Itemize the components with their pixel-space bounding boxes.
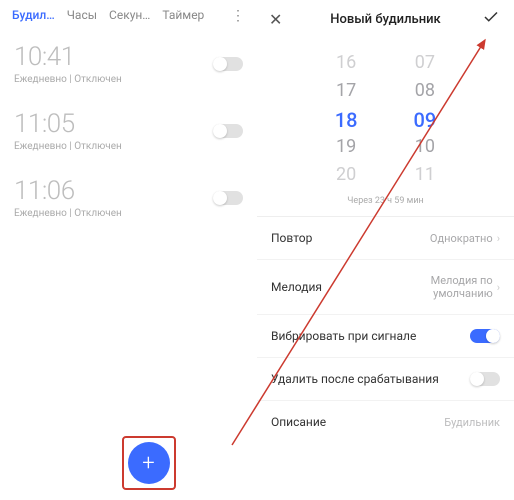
vibrate-toggle[interactable] [470, 329, 500, 343]
tab-stopwatch[interactable]: Секун… [109, 8, 150, 24]
row-value: Будильник [444, 416, 500, 429]
alarm-time: 11:06 [14, 176, 122, 206]
row-value: Однократно [430, 232, 493, 245]
time-until: Через 23 ч 59 мин [257, 190, 514, 216]
row-melody[interactable]: Мелодия Мелодия по умолчанию › [257, 260, 514, 315]
tab-alarms[interactable]: Будил… [12, 8, 55, 24]
chevron-right-icon: › [497, 232, 500, 245]
add-highlight: + [122, 436, 176, 490]
picker-hour: 19 [336, 136, 356, 158]
row-label: Мелодия [271, 280, 322, 294]
alarm-time: 10:41 [14, 42, 122, 72]
alarm-time: 11:05 [14, 109, 122, 139]
confirm-icon[interactable] [482, 8, 502, 30]
row-delete-after: Удалить после срабатывания [257, 358, 514, 401]
tab-clock[interactable]: Часы [67, 8, 97, 24]
picker-hour: 20 [336, 164, 356, 186]
picker-hour: 16 [336, 52, 356, 74]
row-vibrate: Вибрировать при сигнале [257, 315, 514, 358]
row-label: Вибрировать при сигнале [271, 329, 416, 343]
picker-hour: 17 [336, 80, 356, 102]
add-alarm-button[interactable]: + [128, 442, 170, 484]
picker-minute: 08 [415, 80, 435, 102]
close-icon[interactable]: ✕ [269, 10, 289, 29]
alarm-toggle[interactable] [213, 191, 243, 205]
alarm-sub: Ежедневно | Отключен [14, 208, 122, 219]
alarm-toggle[interactable] [213, 57, 243, 71]
alarm-item[interactable]: 10:41 Ежедневно | Отключен [14, 30, 243, 97]
chevron-right-icon: › [497, 281, 500, 294]
page-title: Новый будильник [289, 12, 482, 27]
time-picker[interactable]: 16 17 18 19 20 07 08 09 10 11 [257, 38, 514, 190]
picker-minute-selected: 09 [414, 108, 437, 130]
picker-minute: 10 [415, 136, 435, 158]
row-repeat[interactable]: Повтор Однократно › [257, 217, 514, 260]
more-icon[interactable]: ⋮ [231, 8, 245, 24]
row-description[interactable]: Описание Будильник [257, 401, 514, 443]
alarm-toggle[interactable] [213, 124, 243, 138]
alarm-sub: Ежедневно | Отключен [14, 74, 122, 85]
row-label: Удалить после срабатывания [271, 372, 439, 386]
picker-minute: 07 [415, 52, 435, 74]
alarm-item[interactable]: 11:06 Ежедневно | Отключен [14, 164, 243, 231]
alarm-sub: Ежедневно | Отключен [14, 141, 122, 152]
alarm-item[interactable]: 11:05 Ежедневно | Отключен [14, 97, 243, 164]
row-value: Мелодия по умолчанию [400, 274, 493, 300]
delete-after-toggle[interactable] [470, 372, 500, 386]
tab-timer[interactable]: Таймер [162, 8, 204, 24]
row-label: Повтор [271, 231, 312, 245]
picker-minute: 11 [415, 164, 435, 186]
picker-hour-selected: 18 [335, 108, 358, 130]
row-label: Описание [271, 415, 326, 429]
